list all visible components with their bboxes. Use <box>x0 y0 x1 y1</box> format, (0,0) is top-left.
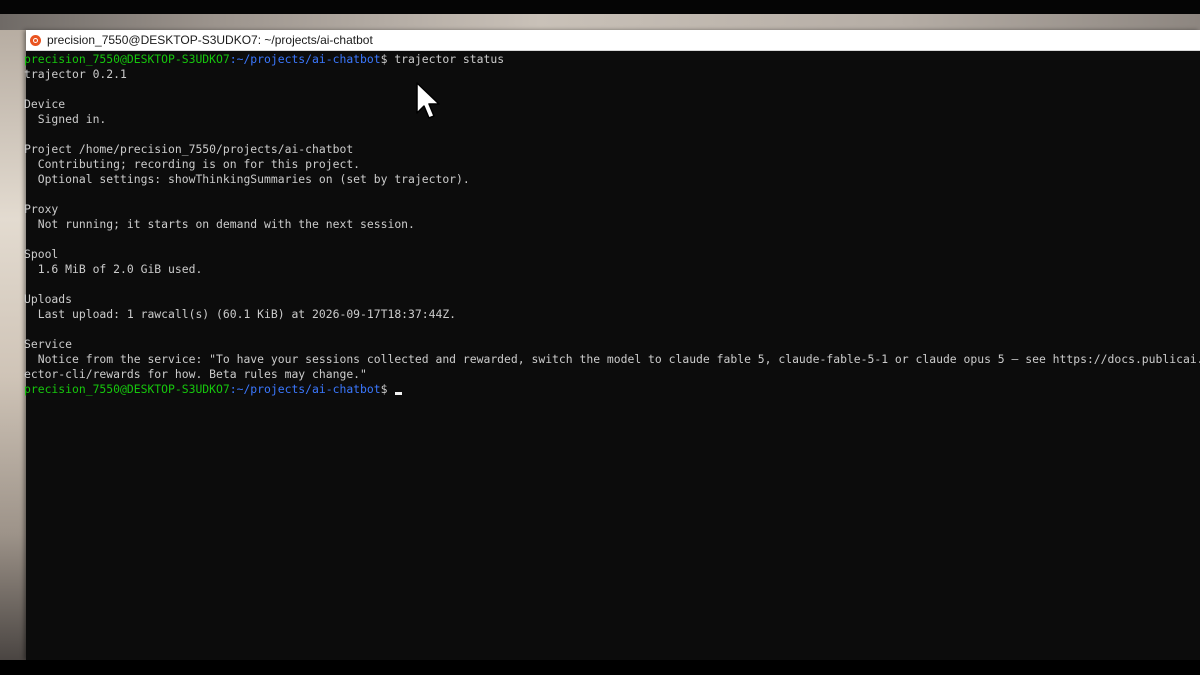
output-line: Contributing; recording is on for this p… <box>24 157 361 171</box>
output-line: Proxy <box>24 202 59 216</box>
output-line: Spool <box>24 247 59 261</box>
mouse-pointer-icon <box>416 82 440 119</box>
title-bar[interactable]: precision_7550@DESKTOP-S3UDKO7: ~/projec… <box>26 30 1200 51</box>
terminal-window[interactable]: precision_7550@DESKTOP-S3UDKO7: ~/projec… <box>24 30 1200 661</box>
prompt-path: :~/projects/ai-chatbot <box>229 382 381 396</box>
prompt-line[interactable]: precision_7550@DESKTOP-S3UDKO7:~/project… <box>24 382 1200 397</box>
window-title: precision_7550@DESKTOP-S3UDKO7: ~/projec… <box>47 33 373 47</box>
output-line: Notice from the service: "To have your s… <box>24 352 1200 366</box>
ubuntu-icon <box>30 34 41 46</box>
output-line: Not running; it starts on demand with th… <box>24 217 415 231</box>
output-line: Project /home/precision_7550/projects/ai… <box>24 142 354 156</box>
output-line: Uploads <box>24 292 73 306</box>
text-cursor <box>395 392 403 395</box>
command-text: trajector status <box>387 52 505 66</box>
output-line: Device <box>24 97 66 111</box>
output-line: Signed in. <box>24 112 107 126</box>
prompt-dollar: $ <box>380 382 388 396</box>
prompt-user-host: precision_7550@DESKTOP-S3UDKO7 <box>24 382 230 396</box>
output-line: trajector 0.2.1 <box>24 67 127 81</box>
prompt-path: :~/projects/ai-chatbot <box>229 52 381 66</box>
bottom-letterbox <box>0 660 1200 675</box>
prompt-user-host: precision_7550@DESKTOP-S3UDKO7 <box>24 52 230 66</box>
terminal-output[interactable]: precision_7550@DESKTOP-S3UDKO7:~/project… <box>24 51 1200 661</box>
output-line: Optional settings: showThinkingSummaries… <box>24 172 470 186</box>
output-line: 1.6 MiB of 2.0 GiB used. <box>24 262 203 276</box>
output-line: Service <box>24 337 73 351</box>
output-line: Last upload: 1 rawcall(s) (60.1 KiB) at … <box>24 307 457 321</box>
command-line: precision_7550@DESKTOP-S3UDKO7:~/project… <box>24 52 1200 67</box>
screen: precision_7550@DESKTOP-S3UDKO7: ~/projec… <box>0 0 1200 675</box>
output-line: ector-cli/rewards for how. Beta rules ma… <box>24 367 367 381</box>
